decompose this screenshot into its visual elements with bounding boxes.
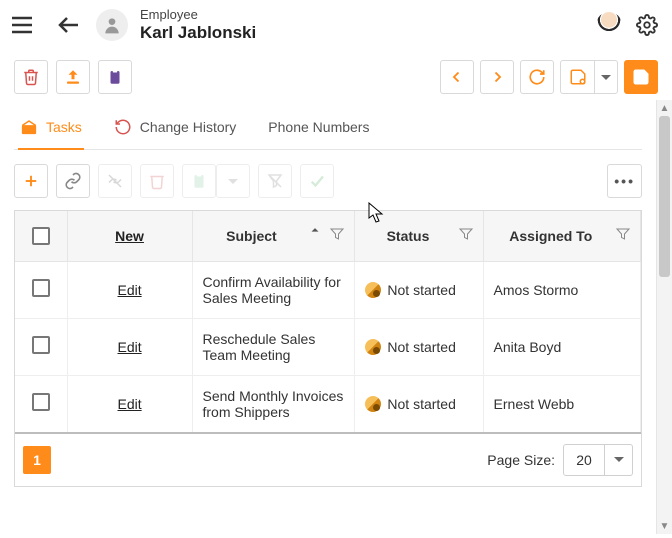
table-row: Edit Confirm Availability for Sales Meeti… [15, 261, 641, 318]
page-number-current[interactable]: 1 [23, 446, 51, 474]
select-all-checkbox[interactable] [32, 227, 50, 245]
col-edit: New [67, 211, 192, 261]
table-row: Edit Send Monthly Invoices from ShippersN… [15, 375, 641, 433]
current-user-avatar[interactable] [596, 12, 622, 38]
record-type-label: Employee [140, 8, 256, 22]
cell-status: Not started [355, 261, 483, 318]
grid-toolbar: ••• [14, 150, 642, 210]
status-not-started-icon [365, 282, 381, 298]
save-and-new-button[interactable] [560, 60, 594, 94]
grid-filter-clear-button [258, 164, 292, 198]
grid-clipboard-dropdown [216, 164, 250, 198]
grid-add-button[interactable] [14, 164, 48, 198]
save-and-button-group [560, 60, 618, 94]
status-not-started-icon [365, 396, 381, 412]
menu-icon[interactable] [6, 16, 38, 34]
page-size-value: 20 [564, 445, 604, 475]
cell-subject: Confirm Availability for Sales Meeting [192, 261, 355, 318]
col-status-label: Status [365, 228, 450, 244]
chevron-down-icon[interactable] [604, 445, 632, 475]
filter-icon[interactable] [330, 227, 344, 244]
status-not-started-icon [365, 339, 381, 355]
back-button[interactable] [48, 13, 88, 37]
sort-asc-icon[interactable] [308, 227, 322, 244]
cell-subject: Reschedule Sales Team Meeting [192, 318, 355, 375]
row-checkbox[interactable] [32, 279, 50, 297]
save-button[interactable] [624, 60, 658, 94]
refresh-button[interactable] [520, 60, 554, 94]
grid-clipboard-button [182, 164, 216, 198]
col-assigned-to-label: Assigned To [494, 228, 608, 244]
prev-record-button[interactable] [440, 60, 474, 94]
save-and-dropdown[interactable] [594, 60, 618, 94]
page-size-label: Page Size: [487, 452, 555, 468]
tab-tasks-label: Tasks [46, 119, 82, 135]
row-checkbox[interactable] [32, 336, 50, 354]
vertical-scrollbar[interactable]: ▲ ▼ [656, 100, 672, 534]
cell-status: Not started [355, 375, 483, 433]
col-select-all[interactable] [15, 211, 67, 261]
cell-assigned-to: Ernest Webb [483, 375, 640, 433]
col-subject-label: Subject [203, 228, 301, 244]
row-edit-link[interactable]: Edit [118, 396, 142, 412]
clipboard-button[interactable] [98, 60, 132, 94]
col-assigned-to[interactable]: Assigned To [483, 211, 640, 261]
row-checkbox[interactable] [32, 393, 50, 411]
row-edit-link[interactable]: Edit [118, 339, 142, 355]
cell-assigned-to: Anita Boyd [483, 318, 640, 375]
cell-assigned-to: Amos Stormo [483, 261, 640, 318]
grid-apply-button [300, 164, 334, 198]
page-size-select[interactable]: 20 [563, 444, 633, 476]
cell-subject: Send Monthly Invoices from Shippers [192, 375, 355, 433]
tab-phone-numbers[interactable]: Phone Numbers [266, 119, 371, 149]
scroll-up-icon[interactable]: ▲ [657, 100, 672, 116]
delete-button[interactable] [14, 60, 48, 94]
tab-change-history-label: Change History [140, 119, 237, 135]
col-subject[interactable]: Subject [192, 211, 355, 261]
row-edit-link[interactable]: Edit [118, 282, 142, 298]
tab-tasks[interactable]: Tasks [18, 118, 84, 150]
new-row-link[interactable]: New [115, 228, 144, 244]
next-record-button[interactable] [480, 60, 514, 94]
grid-more-button[interactable]: ••• [607, 164, 642, 198]
record-avatar [96, 9, 128, 41]
record-name: Karl Jablonski [140, 24, 256, 43]
scroll-thumb[interactable] [659, 116, 670, 277]
tasks-grid: New Subject Status [14, 210, 642, 487]
filter-icon[interactable] [616, 227, 630, 244]
scroll-down-icon[interactable]: ▼ [657, 518, 672, 534]
table-row: Edit Reschedule Sales Team MeetingNot sta… [15, 318, 641, 375]
scroll-track[interactable] [657, 116, 672, 518]
grid-link-button[interactable] [56, 164, 90, 198]
grid-pager: 1 Page Size: 20 [15, 434, 641, 486]
grid-delete-button [140, 164, 174, 198]
cell-status: Not started [355, 318, 483, 375]
tab-change-history[interactable]: Change History [112, 118, 239, 150]
grid-unlink-button [98, 164, 132, 198]
record-title: Employee Karl Jablonski [140, 8, 256, 43]
detail-tabs: Tasks Change History Phone Numbers [14, 100, 642, 150]
filter-icon[interactable] [459, 227, 473, 244]
tab-phone-numbers-label: Phone Numbers [268, 119, 369, 135]
export-button[interactable] [56, 60, 90, 94]
gear-icon[interactable] [636, 14, 658, 36]
col-status[interactable]: Status [355, 211, 483, 261]
